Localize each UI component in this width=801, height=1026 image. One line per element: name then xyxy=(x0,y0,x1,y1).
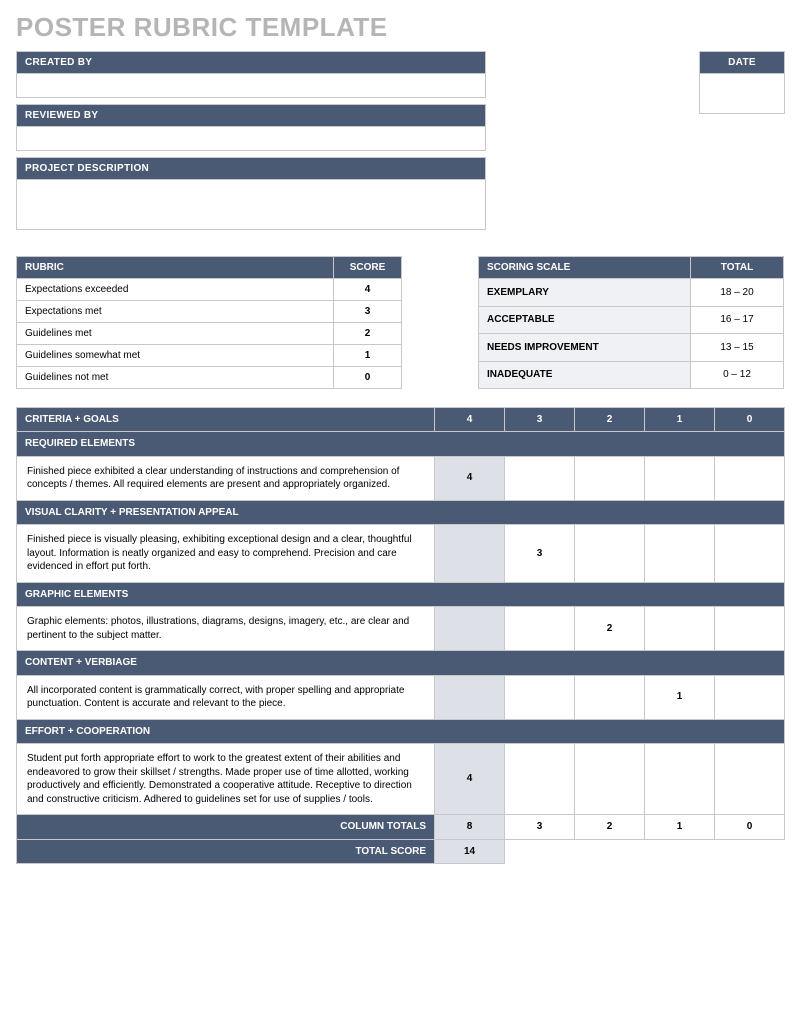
scoring-row-range: 13 – 15 xyxy=(691,334,784,362)
column-total-value: 3 xyxy=(505,815,575,840)
scoring-header: SCORING SCALE xyxy=(479,257,691,279)
column-total-value: 0 xyxy=(715,815,785,840)
total-score-value: 14 xyxy=(435,839,505,864)
rubric-table: RUBRIC SCORE Expectations exceeded4Expec… xyxy=(16,256,402,389)
col-3: 3 xyxy=(505,408,575,432)
criteria-table: CRITERIA + GOALS 4 3 2 1 0 REQUIRED ELEM… xyxy=(16,407,785,864)
criteria-score-cell[interactable] xyxy=(645,456,715,500)
date-input[interactable] xyxy=(699,74,785,114)
criteria-score-cell[interactable]: 1 xyxy=(645,675,715,719)
rubric-row-score: 1 xyxy=(334,345,402,367)
criteria-score-cell[interactable] xyxy=(575,525,645,583)
criteria-score-cell[interactable] xyxy=(505,744,575,815)
column-total-value: 2 xyxy=(575,815,645,840)
empty-cell xyxy=(505,839,785,864)
criteria-score-cell[interactable] xyxy=(715,675,785,719)
rubric-row-score: 3 xyxy=(334,301,402,323)
page-title: POSTER RUBRIC TEMPLATE xyxy=(16,12,785,43)
criteria-score-cell[interactable] xyxy=(575,744,645,815)
project-desc-label: PROJECT DESCRIPTION xyxy=(16,157,486,180)
criteria-section-title: REQUIRED ELEMENTS xyxy=(17,432,785,457)
criteria-score-cell[interactable] xyxy=(575,675,645,719)
mid-row: RUBRIC SCORE Expectations exceeded4Expec… xyxy=(16,256,785,389)
criteria-score-cell[interactable]: 4 xyxy=(435,456,505,500)
criteria-score-cell[interactable]: 2 xyxy=(575,607,645,651)
created-by-label: CREATED BY xyxy=(16,51,486,74)
rubric-header: RUBRIC xyxy=(17,257,334,279)
scoring-row-label: INADEQUATE xyxy=(479,361,691,389)
rubric-row-score: 2 xyxy=(334,323,402,345)
criteria-desc: Finished piece is visually pleasing, exh… xyxy=(17,525,435,583)
rubric-row-label: Guidelines somewhat met xyxy=(17,345,334,367)
criteria-header: CRITERIA + GOALS xyxy=(17,408,435,432)
rubric-row-score: 4 xyxy=(334,279,402,301)
criteria-score-cell[interactable]: 4 xyxy=(435,744,505,815)
reviewed-by-label: REVIEWED BY xyxy=(16,104,486,127)
criteria-desc: Student put forth appropriate effort to … xyxy=(17,744,435,815)
date-label: DATE xyxy=(699,51,785,74)
column-totals-label: COLUMN TOTALS xyxy=(17,815,435,840)
criteria-score-cell[interactable] xyxy=(645,744,715,815)
criteria-score-cell[interactable] xyxy=(435,607,505,651)
criteria-section-title: EFFORT + COOPERATION xyxy=(17,719,785,744)
meta-row: CREATED BY REVIEWED BY PROJECT DESCRIPTI… xyxy=(16,51,785,236)
criteria-score-cell[interactable] xyxy=(645,525,715,583)
scoring-row-range: 18 – 20 xyxy=(691,279,784,307)
criteria-score-cell[interactable] xyxy=(435,525,505,583)
col-4: 4 xyxy=(435,408,505,432)
criteria-score-cell[interactable] xyxy=(715,525,785,583)
col-1: 1 xyxy=(645,408,715,432)
col-2: 2 xyxy=(575,408,645,432)
criteria-section-title: GRAPHIC ELEMENTS xyxy=(17,582,785,607)
col-0: 0 xyxy=(715,408,785,432)
criteria-score-cell[interactable] xyxy=(575,456,645,500)
criteria-desc: Graphic elements: photos, illustrations,… xyxy=(17,607,435,651)
criteria-score-cell[interactable]: 3 xyxy=(505,525,575,583)
criteria-desc: All incorporated content is grammaticall… xyxy=(17,675,435,719)
scoring-table: SCORING SCALE TOTAL EXEMPLARY18 – 20ACCE… xyxy=(478,256,784,389)
scoring-row-label: ACCEPTABLE xyxy=(479,306,691,334)
rubric-row-label: Guidelines not met xyxy=(17,367,334,389)
scoring-row-range: 0 – 12 xyxy=(691,361,784,389)
criteria-score-cell[interactable] xyxy=(505,456,575,500)
criteria-score-cell[interactable] xyxy=(715,744,785,815)
rubric-row-label: Guidelines met xyxy=(17,323,334,345)
scoring-total-header: TOTAL xyxy=(691,257,784,279)
column-total-value: 1 xyxy=(645,815,715,840)
total-score-label: TOTAL SCORE xyxy=(17,839,435,864)
criteria-desc: Finished piece exhibited a clear underst… xyxy=(17,456,435,500)
criteria-score-cell[interactable] xyxy=(435,675,505,719)
criteria-score-cell[interactable] xyxy=(715,607,785,651)
created-by-input[interactable] xyxy=(16,74,486,98)
criteria-score-cell[interactable] xyxy=(645,607,715,651)
criteria-score-cell[interactable] xyxy=(715,456,785,500)
project-desc-input[interactable] xyxy=(16,180,486,230)
scoring-row-range: 16 – 17 xyxy=(691,306,784,334)
scoring-row-label: NEEDS IMPROVEMENT xyxy=(479,334,691,362)
scoring-row-label: EXEMPLARY xyxy=(479,279,691,307)
rubric-row-score: 0 xyxy=(334,367,402,389)
rubric-row-label: Expectations met xyxy=(17,301,334,323)
rubric-score-header: SCORE xyxy=(334,257,402,279)
criteria-section-title: CONTENT + VERBIAGE xyxy=(17,651,785,676)
reviewed-by-input[interactable] xyxy=(16,127,486,151)
criteria-section-title: VISUAL CLARITY + PRESENTATION APPEAL xyxy=(17,500,785,525)
criteria-score-cell[interactable] xyxy=(505,607,575,651)
criteria-score-cell[interactable] xyxy=(505,675,575,719)
rubric-row-label: Expectations exceeded xyxy=(17,279,334,301)
column-total-value: 8 xyxy=(435,815,505,840)
